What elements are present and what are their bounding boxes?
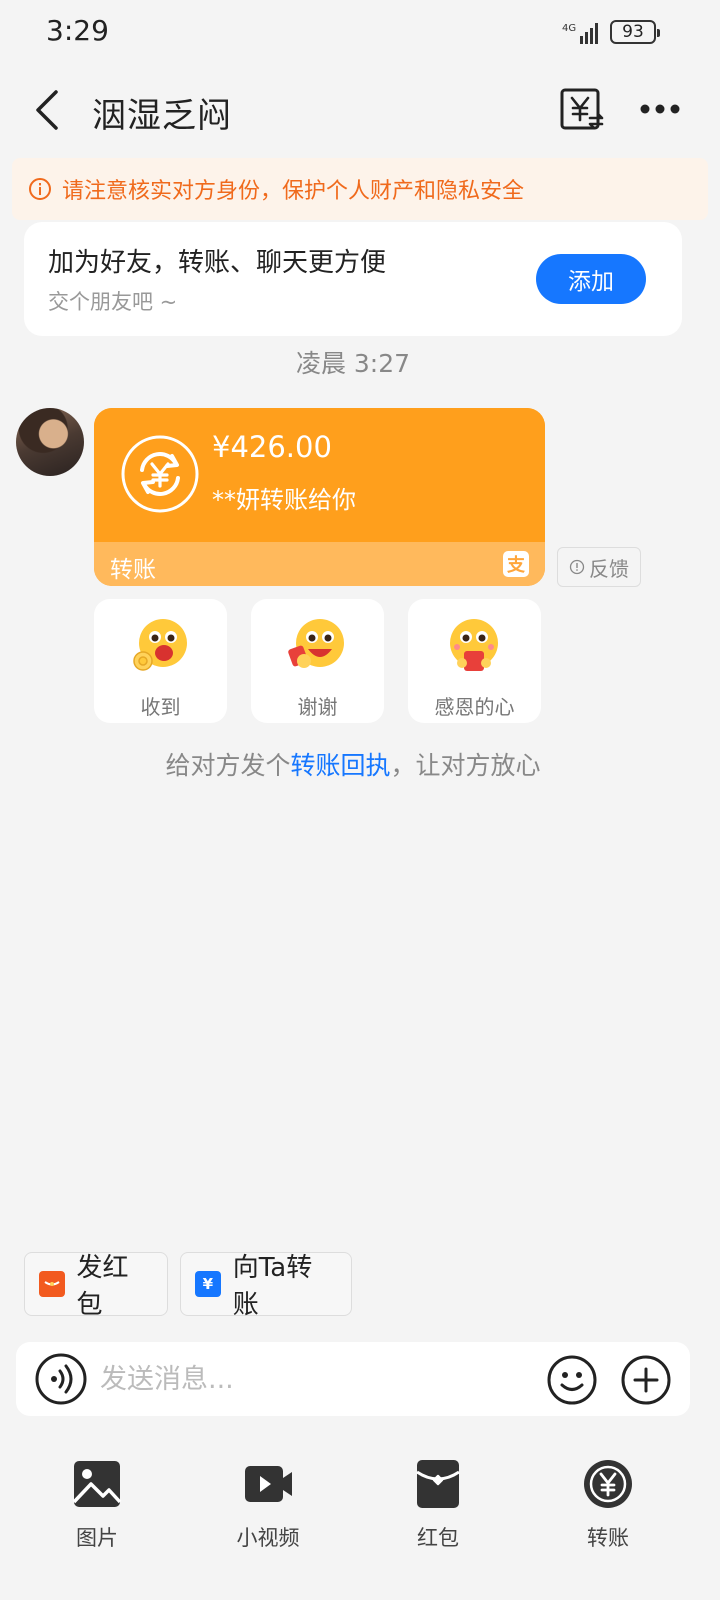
panel-photo[interactable]: 图片 bbox=[37, 1458, 157, 1552]
battery-level: 93 bbox=[622, 22, 644, 42]
transfer-exchange-icon bbox=[121, 435, 199, 513]
back-icon[interactable] bbox=[28, 86, 68, 134]
red-packet-icon bbox=[39, 1271, 65, 1297]
message-input[interactable] bbox=[100, 1342, 520, 1416]
photo-icon bbox=[72, 1461, 122, 1507]
transfer-message-card[interactable]: ¥426.00 **妍转账给你 转账 支 bbox=[94, 408, 545, 586]
signal-icon: 4G bbox=[562, 23, 598, 44]
add-friend-title: 加为好友，转账、聊天更方便 bbox=[48, 248, 387, 278]
quick-reply-label: 谢谢 bbox=[297, 695, 338, 719]
add-friend-subtitle: 交个朋友吧 ~ bbox=[48, 290, 178, 314]
add-friend-button[interactable]: 添加 bbox=[536, 254, 646, 304]
warning-text: 请注意核实对方身份，保护个人财产和隐私安全 bbox=[62, 179, 525, 204]
quick-reply-received[interactable]: 收到 bbox=[94, 599, 227, 723]
panel-video[interactable]: 小视频 bbox=[208, 1458, 328, 1552]
transfer-icon bbox=[584, 1460, 632, 1508]
emoji-icon[interactable] bbox=[546, 1354, 598, 1406]
send-red-packet-button[interactable]: 发红包 bbox=[24, 1252, 168, 1320]
panel-photo-label: 图片 bbox=[76, 1526, 118, 1550]
panel-red-packet[interactable]: 红包 bbox=[378, 1458, 498, 1552]
more-icon[interactable] bbox=[638, 96, 682, 122]
info-circle-icon bbox=[569, 559, 585, 575]
transfer-receipt-link[interactable]: 转账回执 bbox=[290, 751, 390, 780]
thanks-emoji-icon bbox=[288, 619, 344, 668]
alipay-icon: 支 bbox=[503, 551, 529, 577]
battery-indicator: 93 bbox=[610, 20, 660, 44]
quick-reply-thanks[interactable]: 谢谢 bbox=[251, 599, 384, 723]
transfer-amount: ¥426.00 bbox=[212, 430, 332, 464]
status-time: 3:29 bbox=[46, 14, 109, 47]
feedback-label: 反馈 bbox=[589, 556, 629, 581]
receipt-tip-suffix: ，让对方放心 bbox=[390, 751, 541, 780]
message-input-bar bbox=[16, 1342, 690, 1416]
transfer-card-body: ¥426.00 **妍转账给你 bbox=[94, 408, 545, 542]
network-type-label: 4G bbox=[562, 23, 576, 34]
panel-transfer-label: 转账 bbox=[587, 1526, 629, 1550]
transfer-type-label: 转账 bbox=[110, 557, 156, 583]
transfer-receipt-tip: 给对方发个转账回执，让对方放心 bbox=[0, 746, 706, 782]
ok-emoji-icon bbox=[133, 619, 187, 671]
panel-red-packet-label: 红包 bbox=[417, 1526, 459, 1550]
quick-reply-label: 感恩的心 bbox=[434, 695, 515, 719]
page-title: 洇湿乏闷 bbox=[92, 96, 232, 136]
transfer-yuan-icon: ¥ bbox=[195, 1271, 221, 1297]
voice-icon[interactable] bbox=[34, 1352, 88, 1406]
quick-reply-label: 收到 bbox=[140, 695, 181, 719]
transfer-to-them-label: 向Ta转账 bbox=[232, 1253, 313, 1320]
info-icon bbox=[29, 178, 51, 200]
send-red-packet-label: 发红包 bbox=[76, 1253, 129, 1320]
transfer-description: **妍转账给你 bbox=[212, 486, 356, 514]
message-timestamp: 凌晨 3:27 bbox=[295, 349, 411, 378]
panel-video-label: 小视频 bbox=[236, 1526, 300, 1550]
transfer-record-icon[interactable] bbox=[558, 86, 606, 134]
grateful-emoji-icon bbox=[450, 619, 498, 671]
receipt-tip-prefix: 给对方发个 bbox=[165, 751, 291, 780]
sender-avatar[interactable] bbox=[16, 408, 84, 476]
panel-transfer[interactable]: 转账 bbox=[548, 1458, 668, 1552]
add-friend-card: 加为好友，转账、聊天更方便 交个朋友吧 ~ 添加 bbox=[24, 222, 682, 336]
transfer-to-them-button[interactable]: ¥ 向Ta转账 bbox=[180, 1252, 352, 1320]
security-warning-banner: 请注意核实对方身份，保护个人财产和隐私安全 bbox=[12, 158, 708, 220]
red-packet-icon bbox=[416, 1460, 460, 1508]
quick-reply-grateful[interactable]: 感恩的心 bbox=[408, 599, 541, 723]
feedback-button[interactable]: 反馈 bbox=[557, 547, 641, 587]
video-icon bbox=[245, 1466, 292, 1502]
plus-icon[interactable] bbox=[620, 1354, 672, 1406]
transfer-card-footer: 转账 支 bbox=[94, 542, 545, 586]
